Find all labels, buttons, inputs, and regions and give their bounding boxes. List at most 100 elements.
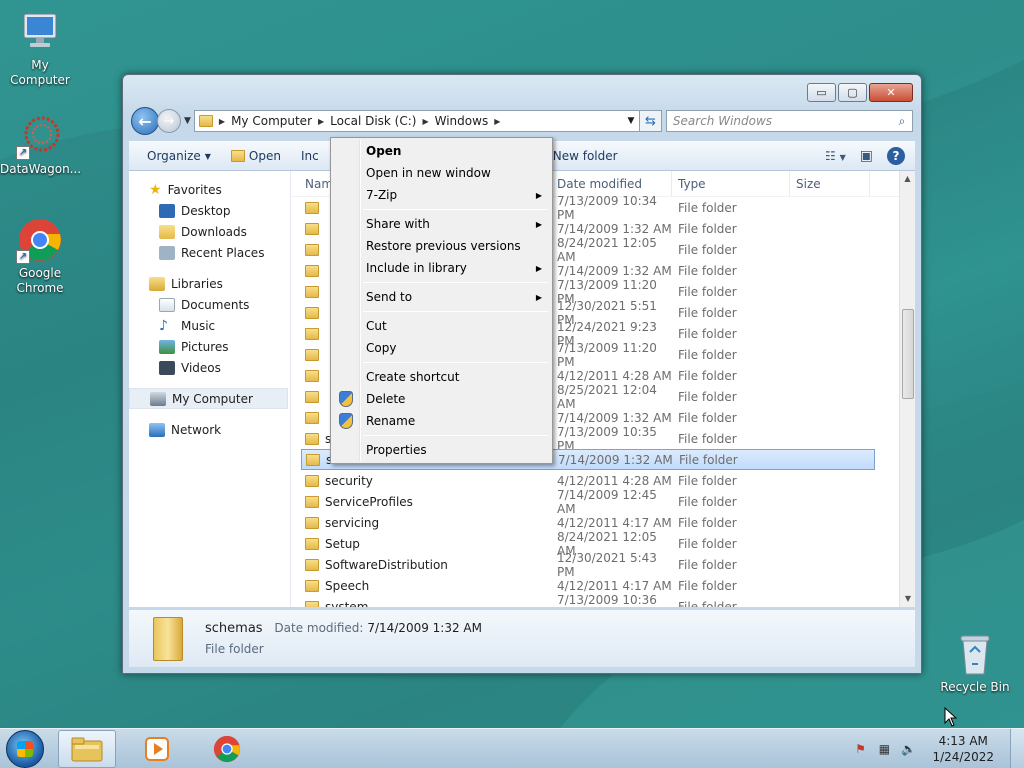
search-icon[interactable]: ⌕ <box>892 114 912 129</box>
nav-libraries[interactable]: Libraries <box>129 273 290 294</box>
folder-icon <box>305 600 319 607</box>
show-desktop-button[interactable] <box>1010 728 1024 768</box>
menu-delete[interactable]: Delete <box>333 388 550 410</box>
menu-7zip[interactable]: 7-Zip ▶ <box>333 184 550 206</box>
minimize-button[interactable]: ▭ <box>807 83 836 102</box>
menu-cut[interactable]: Cut <box>333 315 550 337</box>
table-row[interactable]: SoftwareDistribution 12/30/2021 5:43 PM Fi… <box>291 551 899 579</box>
row-type-cell: File folder <box>678 284 737 299</box>
menu-open-new-window[interactable]: Open in new window <box>333 162 550 184</box>
row-date-cell: 4/12/2011 4:17 AM <box>557 578 672 593</box>
maximize-button[interactable]: ▢ <box>838 83 867 102</box>
minimize-icon: ▭ <box>816 86 827 99</box>
system-tray: ⚑ ▦ 🔈 4:13 AM 1/24/2022 <box>852 733 1010 765</box>
desktop-icon-recycle-bin[interactable]: Recycle Bin <box>935 630 1015 695</box>
scroll-thumb[interactable] <box>902 309 914 399</box>
menu-create-shortcut[interactable]: Create shortcut <box>333 366 550 388</box>
start-button[interactable] <box>6 729 44 768</box>
pictures-icon <box>159 339 175 354</box>
clock[interactable]: 4:13 AM 1/24/2022 <box>924 733 1002 765</box>
desktop-icon-datawagon[interactable]: ↗ DataWagon... <box>0 112 81 177</box>
menu-restore-previous-versions[interactable]: Restore previous versions <box>333 235 550 257</box>
menu-separator <box>363 435 548 436</box>
action-center-icon[interactable]: ⚑ <box>852 741 868 757</box>
navigation-bar: ← → ▼ ▶ My Computer ▶ Local Disk (C:) ▶ … <box>131 107 913 135</box>
folder-icon <box>305 222 319 235</box>
refresh-button[interactable]: ⇆ <box>639 110 662 132</box>
menu-send-to[interactable]: Send to ▶ <box>333 286 550 308</box>
taskbar-chrome[interactable] <box>198 730 256 768</box>
recent-pages-dropdown[interactable]: ▼ <box>184 116 191 126</box>
table-row[interactable]: system 7/13/2009 10:36 PM File folder <box>291 593 899 608</box>
desktop-icon-my-computer[interactable]: My Computer <box>0 8 80 88</box>
column-size[interactable]: Size <box>790 171 870 196</box>
help-icon[interactable]: ? <box>887 147 905 165</box>
column-type[interactable]: Type <box>672 171 790 196</box>
nav-downloads[interactable]: Downloads <box>129 221 290 242</box>
row-name-cell: Speech <box>291 579 551 593</box>
nav-recent-places[interactable]: Recent Places <box>129 242 290 263</box>
menu-rename[interactable]: Rename <box>333 410 550 432</box>
nav-favorites[interactable]: ★ Favorites <box>129 179 290 200</box>
menu-share-with[interactable]: Share with ▶ <box>333 213 550 235</box>
nav-network[interactable]: Network <box>129 419 290 440</box>
address-bar[interactable]: ▶ My Computer ▶ Local Disk (C:) ▶ Window… <box>193 110 640 132</box>
star-icon: ★ <box>149 181 162 198</box>
breadcrumb-chevron-icon[interactable]: ▶ <box>494 117 500 126</box>
row-type-cell: File folder <box>678 200 737 215</box>
computer-icon <box>16 8 64 56</box>
maximize-icon: ▢ <box>847 86 858 99</box>
menu-open[interactable]: Open <box>333 140 550 162</box>
row-name-cell: security <box>291 474 551 488</box>
new-folder-label: New folder <box>552 149 618 163</box>
change-view-button[interactable]: ☷ ▼ <box>825 149 846 163</box>
address-history-dropdown[interactable]: ▼ <box>623 116 639 126</box>
details-date-value: 7/14/2009 1:32 AM <box>367 621 482 635</box>
nav-my-computer[interactable]: My Computer <box>129 388 288 409</box>
nav-videos[interactable]: Videos <box>129 357 290 378</box>
organize-label: Organize <box>147 149 201 163</box>
column-date-modified[interactable]: Date modified <box>551 171 672 196</box>
nav-pictures[interactable]: Pictures <box>129 336 290 357</box>
back-button[interactable]: ← <box>131 107 159 135</box>
nav-desktop[interactable]: Desktop <box>129 200 290 221</box>
submenu-arrow-icon: ▶ <box>535 190 542 200</box>
scroll-down-arrow[interactable]: ▼ <box>900 591 915 607</box>
menu-include-in-library[interactable]: Include in library ▶ <box>333 257 550 279</box>
open-button[interactable]: Open <box>221 149 291 163</box>
row-type-cell: File folder <box>678 578 737 593</box>
folder-icon <box>305 369 319 382</box>
taskbar-explorer[interactable] <box>58 729 116 768</box>
organize-button[interactable]: Organize ▼ <box>137 149 221 163</box>
clock-date: 1/24/2022 <box>932 749 994 764</box>
breadcrumb-windows[interactable]: Windows <box>429 114 495 128</box>
row-type-cell: File folder <box>678 599 737 608</box>
network-status-icon[interactable]: ▦ <box>876 741 892 757</box>
explorer-icon <box>71 737 103 761</box>
include-in-library-button[interactable]: Inc <box>291 149 329 163</box>
menu-copy[interactable]: Copy <box>333 337 550 359</box>
volume-icon[interactable]: 🔈 <box>900 741 916 757</box>
table-row[interactable]: ServiceProfiles 7/14/2009 12:45 AM File fo… <box>291 488 899 516</box>
search-input[interactable]: Search Windows ⌕ <box>665 110 913 132</box>
breadcrumb-local-disk[interactable]: Local Disk (C:) <box>324 114 422 128</box>
navigation-pane: ★ Favorites Desktop Downloads Recent Pla… <box>129 171 291 607</box>
network-icon <box>149 422 165 437</box>
new-folder-button[interactable]: New folder <box>543 149 628 163</box>
forward-button[interactable]: → <box>157 109 181 133</box>
windows-logo-icon <box>17 740 33 757</box>
scroll-up-arrow[interactable]: ▲ <box>900 171 915 187</box>
folder-icon <box>305 411 319 424</box>
taskbar-media-player[interactable] <box>128 730 186 768</box>
uac-shield-icon <box>339 413 353 429</box>
folder-icon <box>306 453 320 466</box>
close-button[interactable]: ✕ <box>869 83 913 102</box>
videos-icon <box>159 360 175 375</box>
preview-pane-button[interactable]: ▣ <box>860 148 873 164</box>
breadcrumb-my-computer[interactable]: My Computer <box>225 114 318 128</box>
nav-documents[interactable]: Documents <box>129 294 290 315</box>
nav-music[interactable]: ♪ Music <box>129 315 290 336</box>
menu-properties[interactable]: Properties <box>333 439 550 461</box>
desktop-icon-chrome[interactable]: ↗ Google Chrome <box>0 216 80 296</box>
vertical-scrollbar[interactable]: ▲ ▼ <box>899 171 915 607</box>
